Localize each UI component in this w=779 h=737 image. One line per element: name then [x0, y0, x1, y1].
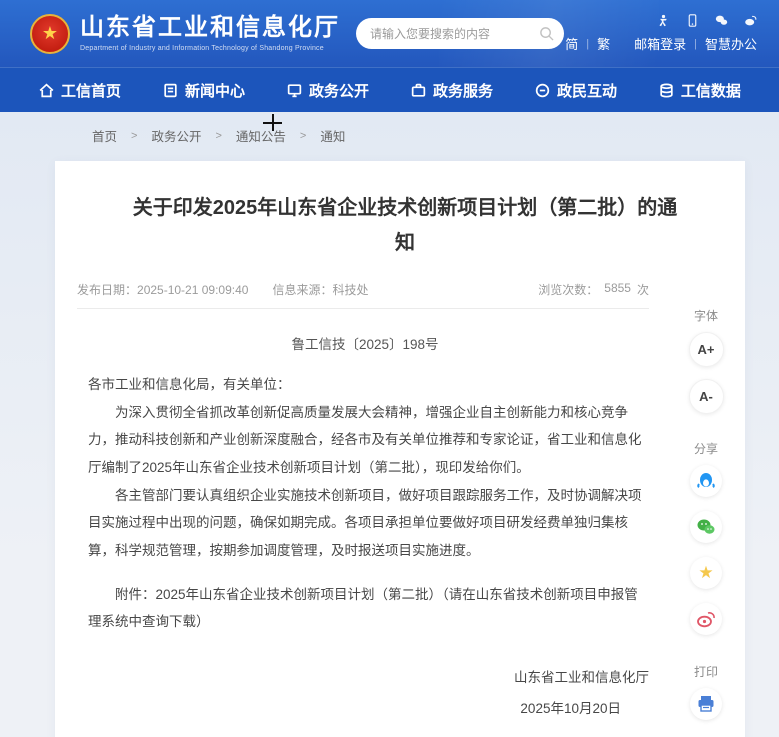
mobile-icon[interactable]	[686, 14, 699, 27]
nav-item-home[interactable]: 工信首页	[38, 80, 121, 101]
signer: 山东省工业和信息化厅	[514, 670, 649, 686]
divider: |	[586, 37, 590, 50]
nav-item-data[interactable]: 工信数据	[658, 80, 741, 101]
nav-label: 工信数据	[680, 82, 741, 100]
print-label: 打印	[693, 665, 718, 679]
view-count: 浏览次数： 5855 次	[538, 281, 649, 297]
info-source: 信息来源：科技处	[272, 283, 369, 297]
wechat-icon[interactable]	[715, 14, 728, 27]
sign-date: 2025年10月20日	[520, 701, 621, 717]
breadcrumb: 首页 > 政务公开 > 通知公告 > 通知	[0, 112, 779, 151]
top-link-row: 简 | 繁 邮箱登录 | 智慧办公	[565, 34, 757, 53]
breadcrumb-separator: >	[131, 129, 138, 142]
news-icon	[164, 83, 177, 97]
qq-share-icon[interactable]	[690, 465, 722, 497]
article-title: 关于印发2025年山东省企业技术创新项目计划（第二批）的通知	[132, 197, 678, 254]
signature-block: 山东省工业和信息化厅 2025年10月20日	[55, 662, 649, 724]
font-label: 字体	[693, 309, 718, 323]
breadcrumb-current: 通知	[320, 130, 346, 144]
article-meta: 发布日期：2025-10-21 09:09:40 信息来源：科技处 浏览次数： 5…	[77, 281, 649, 298]
salutation: 各市工业和信息化局，有关单位：	[88, 377, 291, 392]
font-decrease-button[interactable]: A-	[688, 379, 724, 414]
wechat-share-icon[interactable]	[690, 511, 722, 543]
nav-item-service[interactable]: 政务服务	[410, 80, 493, 101]
paragraph: 为深入贯彻全省抓改革创新促高质量发展大会精神，增强企业自主创新能力和核心竞争力，…	[88, 404, 642, 476]
nav-label: 工信首页	[61, 82, 122, 100]
document-number: 鲁工信技〔2025〕198号	[291, 337, 439, 352]
nav-label: 政民互动	[556, 82, 617, 100]
main-nav: 工信首页 新闻中心 政务公开 政务服务 政民互动 工信数据	[0, 67, 779, 112]
attachment-line[interactable]: 附件：2025年山东省企业技术创新项目计划（第二批）（请在山东省技术创新项目申报…	[88, 581, 649, 636]
nav-item-disclosure[interactable]: 政务公开	[286, 80, 369, 101]
mail-login-link[interactable]: 邮箱登录	[634, 34, 686, 53]
accessibility-icon[interactable]	[657, 14, 670, 27]
site-header: ★ 山东省工业和信息化厅 Department of Industry and …	[0, 0, 779, 67]
font-increase-button[interactable]: A+	[688, 332, 724, 367]
weibo-icon[interactable]	[744, 14, 757, 27]
paragraph: 各主管部门要认真组织企业实施技术创新项目，做好项目跟踪服务工作，及时协调解决项目…	[88, 487, 642, 559]
weibo-share-icon[interactable]	[690, 603, 722, 635]
search-icon[interactable]	[539, 26, 554, 41]
breadcrumb-separator: >	[215, 129, 222, 142]
divider: |	[694, 37, 697, 50]
star-glyph: ★	[698, 563, 714, 582]
data-icon	[660, 82, 673, 98]
site-title: 山东省工业和信息化厅	[80, 14, 340, 42]
home-icon	[39, 83, 54, 97]
quick-icon-row	[657, 14, 757, 27]
breadcrumb-home[interactable]: 首页	[92, 126, 117, 145]
national-emblem-icon: ★	[30, 13, 70, 54]
nav-label: 政务服务	[432, 82, 493, 100]
qzone-star-icon[interactable]: ★	[690, 557, 722, 589]
service-icon	[411, 83, 426, 97]
nav-item-news[interactable]: 新闻中心	[162, 80, 245, 101]
nav-item-interaction[interactable]: 政民互动	[534, 80, 617, 101]
smart-office-link[interactable]: 智慧办公	[705, 34, 757, 53]
tool-rail: 字体 A+ A- 分享 ★ 打印	[675, 307, 737, 734]
site-subtitle-en: Department of Industry and Information T…	[80, 44, 324, 52]
nav-label: 政务公开	[308, 82, 369, 100]
printer-icon[interactable]	[690, 688, 722, 720]
site-title-block: 山东省工业和信息化厅 Department of Industry and In…	[80, 14, 340, 52]
article-body: 各市工业和信息化局，有关单位： 为深入贯彻全省抓改革创新促高质量发展大会精神，增…	[88, 371, 649, 636]
nav-label: 新闻中心	[184, 82, 245, 100]
interaction-icon	[535, 83, 550, 97]
share-label: 分享	[693, 442, 718, 456]
page-background: 首页 > 政务公开 > 通知公告 > 通知 关于印发2025年山东省企业技术创新…	[0, 112, 779, 737]
publish-date: 发布日期：2025-10-21 09:09:40	[77, 283, 249, 297]
breadcrumb-notices[interactable]: 通知公告	[236, 126, 286, 145]
search-input[interactable]	[370, 26, 539, 41]
site-search[interactable]	[356, 18, 564, 49]
breadcrumb-separator: >	[299, 129, 307, 142]
meta-divider	[77, 308, 649, 309]
article-card: 关于印发2025年山东省企业技术创新项目计划（第二批）的通知 发布日期：2025…	[55, 161, 745, 737]
lang-simplified-link[interactable]: 简	[565, 34, 578, 53]
disclosure-icon	[287, 83, 302, 97]
breadcrumb-disclosure[interactable]: 政务公开	[151, 126, 201, 145]
lang-traditional-link[interactable]: 繁	[597, 34, 610, 53]
